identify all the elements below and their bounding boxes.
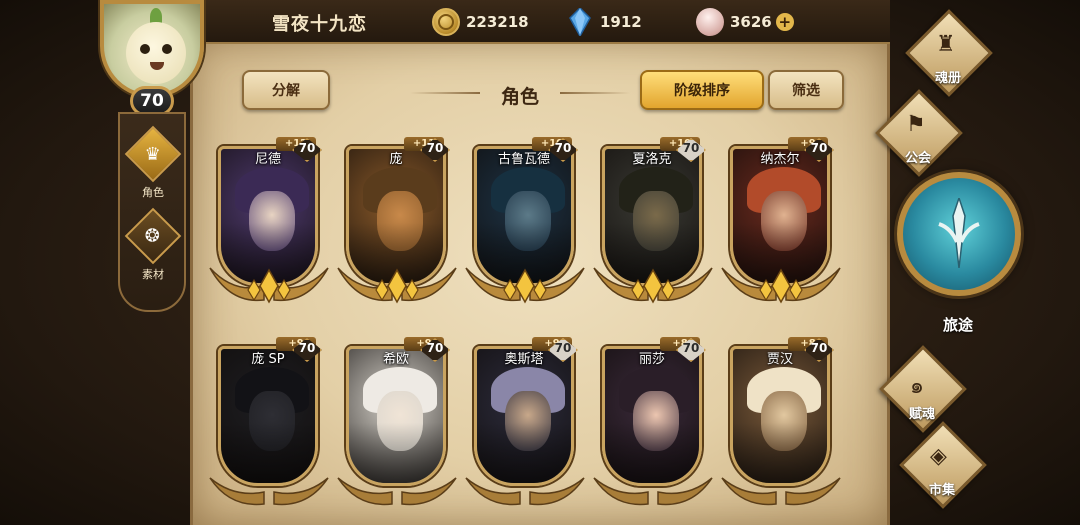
character-portrait	[218, 346, 318, 486]
pink-gem-icon	[693, 5, 727, 39]
rank-wings-icon	[721, 477, 841, 506]
character-card[interactable]: +12 70 尼德	[209, 137, 329, 310]
soul-book-icon: ♜	[936, 32, 956, 57]
character-portrait	[602, 346, 702, 486]
left-tab-column: ♛ 角色 ❂ 素材	[118, 112, 186, 312]
crystal-value: 1912	[600, 13, 642, 31]
filter-button[interactable]: 筛选	[768, 70, 844, 110]
gold-coin-icon	[432, 8, 460, 36]
character-portrait	[474, 346, 574, 486]
card-level: 70	[554, 341, 572, 355]
decompose-button[interactable]: 分解	[242, 70, 330, 110]
tab-materials[interactable]: ❂ 素材	[124, 207, 182, 284]
tab-materials-label: 素材	[142, 268, 164, 281]
rank-wings-icon	[465, 477, 585, 506]
gold-value: 223218	[466, 13, 529, 31]
card-level: 70	[298, 141, 316, 155]
player-avatar-frame[interactable]: 70	[92, 0, 212, 116]
card-level: 70	[426, 341, 444, 355]
gold-currency: 223218	[432, 8, 529, 36]
card-level: 70	[682, 141, 700, 155]
character-portrait	[730, 346, 830, 486]
character-card[interactable]: +8 70 丽莎	[593, 337, 713, 510]
rank-wings-icon	[593, 477, 713, 506]
soul-infuse-icon: ๑	[910, 374, 924, 399]
add-gem-button[interactable]: +	[775, 13, 794, 31]
guild-icon: ⚑	[906, 112, 926, 137]
character-card[interactable]: +11 70 庞	[337, 137, 457, 310]
card-level: 70	[426, 141, 444, 155]
blue-crystal-icon	[566, 8, 594, 36]
player-name: 雪夜十九恋	[272, 14, 367, 35]
rank-wings-icon	[465, 267, 585, 304]
card-level: 70	[810, 341, 828, 355]
nav-journey-label: 旅途	[942, 316, 973, 334]
character-card[interactable]: +9 70 希欧	[337, 337, 457, 510]
nav-soul-infuse-label: 赋魂	[908, 407, 935, 422]
character-card[interactable]: +8 70 贾汉	[721, 337, 841, 510]
nav-soul-book-label: 魂册	[934, 71, 961, 86]
rank-wings-icon	[209, 477, 329, 506]
card-level: 70	[810, 141, 828, 155]
character-portrait	[346, 346, 446, 486]
nav-journey[interactable]: 旅途	[893, 172, 1023, 342]
character-card[interactable]: +10 70 夏洛克	[593, 137, 713, 310]
card-level: 70	[682, 341, 700, 355]
market-icon: ◈	[930, 444, 947, 469]
gem-currency: 3626 +	[693, 5, 794, 39]
avatar[interactable]	[100, 0, 204, 98]
character-icon: ♛	[144, 143, 162, 165]
page-title-area: 角色	[410, 82, 630, 109]
rank-wings-icon	[593, 267, 713, 304]
rank-wings-icon	[721, 267, 841, 304]
tab-characters-label: 角色	[142, 186, 164, 199]
character-card[interactable]: +10 70 古鲁瓦德	[465, 137, 585, 310]
page-title: 角色	[500, 86, 539, 108]
crystal-currency: 1912	[566, 8, 642, 36]
tab-characters[interactable]: ♛ 角色	[124, 125, 182, 202]
nav-soul-book[interactable]: ♜ 魂册	[898, 9, 998, 97]
nav-guild-label: 公会	[904, 151, 931, 166]
rank-wings-icon	[209, 267, 329, 304]
nav-market-label: 市集	[928, 483, 955, 498]
nav-market[interactable]: ◈ 市集	[892, 421, 992, 509]
tier-sort-button[interactable]: 阶级排序	[640, 70, 764, 110]
rank-wings-icon	[337, 267, 457, 304]
character-card[interactable]: +9 70 奥斯塔	[465, 337, 585, 510]
card-level: 70	[554, 141, 572, 155]
journey-icon	[938, 198, 980, 268]
rank-wings-icon	[337, 477, 457, 506]
character-card[interactable]: +9 70 纳杰尔	[721, 137, 841, 310]
gem-value: 3626	[730, 13, 772, 31]
nav-soul-infuse[interactable]: ๑ 赋魂	[872, 345, 972, 433]
character-card[interactable]: +9 70 庞 SP	[209, 337, 329, 510]
material-icon: ❂	[145, 225, 161, 247]
nav-guild[interactable]: ⚑ 公会	[868, 89, 968, 177]
card-level: 70	[298, 341, 316, 355]
